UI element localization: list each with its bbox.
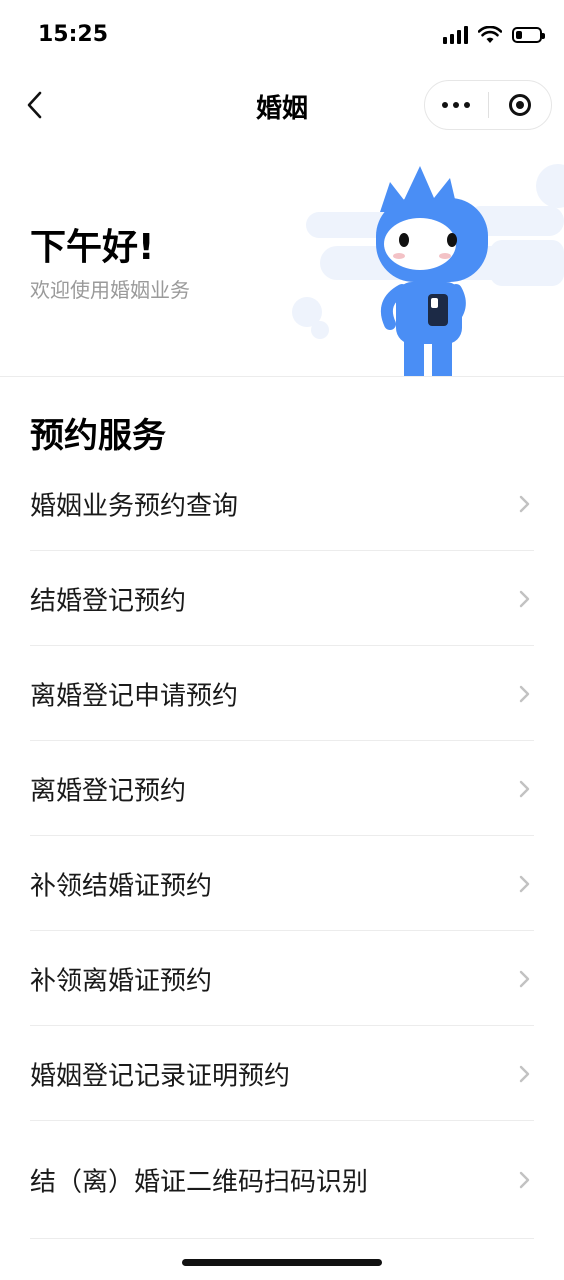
target-circle-icon — [508, 94, 531, 116]
battery-level — [516, 31, 522, 39]
cellular-signal-icon — [443, 26, 468, 44]
status-bar: 15:25 — [0, 0, 564, 70]
menu-item-label: 补领离婚证预约 — [30, 966, 213, 996]
menu-item-label: 离婚登记申请预约 — [30, 681, 239, 711]
divider — [30, 1238, 534, 1239]
chevron-right-icon — [519, 495, 530, 512]
menu-item-divorce-application[interactable]: 离婚登记申请预约 — [0, 646, 564, 741]
menu-item-label: 婚姻登记记录证明预约 — [30, 1061, 291, 1091]
menu-item-label: 补领结婚证预约 — [30, 871, 213, 901]
chevron-right-icon — [519, 970, 530, 987]
services-list: 婚姻业务预约查询 结婚登记预约 离婚登记申请预约 离婚登记预约 补领结婚证预约 … — [0, 456, 564, 1239]
menu-item-label: 婚姻业务预约查询 — [30, 491, 239, 521]
nav-bar: 婚姻 — [0, 70, 564, 140]
battery-icon — [512, 27, 545, 43]
status-time: 15:25 — [38, 22, 109, 47]
menu-item-label: 结（离）婚证二维码扫码识别 — [30, 1167, 369, 1198]
chevron-right-icon — [519, 875, 530, 892]
status-icons — [443, 24, 545, 46]
menu-item-certificate-qr-scan[interactable]: 结（离）婚证二维码扫码识别 — [0, 1121, 564, 1239]
back-button[interactable] — [14, 83, 58, 127]
close-button[interactable] — [489, 81, 552, 129]
menu-item-label: 离婚登记预约 — [30, 776, 187, 806]
menu-item-registration-record-certificate[interactable]: 婚姻登记记录证明预约 — [0, 1026, 564, 1121]
chevron-right-icon — [519, 1171, 530, 1189]
menu-item-reissue-marriage-certificate[interactable]: 补领结婚证预约 — [0, 836, 564, 931]
more-dots-icon — [442, 102, 471, 108]
chevron-right-icon — [519, 1065, 530, 1082]
chevron-right-icon — [519, 685, 530, 702]
home-indicator[interactable] — [182, 1259, 382, 1266]
menu-item-marriage-registration[interactable]: 结婚登记预约 — [0, 551, 564, 646]
wifi-icon — [478, 26, 502, 43]
chevron-right-icon — [519, 590, 530, 607]
mascot-illustration — [292, 164, 564, 376]
chevron-left-icon — [27, 91, 42, 119]
hero-banner: 下午好! 欢迎使用婚姻业务 — [0, 140, 564, 377]
more-button[interactable] — [425, 81, 488, 129]
chevron-right-icon — [519, 780, 530, 797]
menu-item-label: 结婚登记预约 — [30, 586, 187, 616]
welcome-subtitle: 欢迎使用婚姻业务 — [30, 278, 190, 302]
menu-item-reissue-divorce-certificate[interactable]: 补领离婚证预约 — [0, 931, 564, 1026]
menu-item-marriage-appointment-query[interactable]: 婚姻业务预约查询 — [0, 456, 564, 551]
greeting-text: 下午好! — [30, 227, 155, 268]
section-title-appointment-services: 预约服务 — [30, 416, 166, 456]
miniprogram-capsule — [424, 80, 552, 130]
menu-item-divorce-registration[interactable]: 离婚登记预约 — [0, 741, 564, 836]
